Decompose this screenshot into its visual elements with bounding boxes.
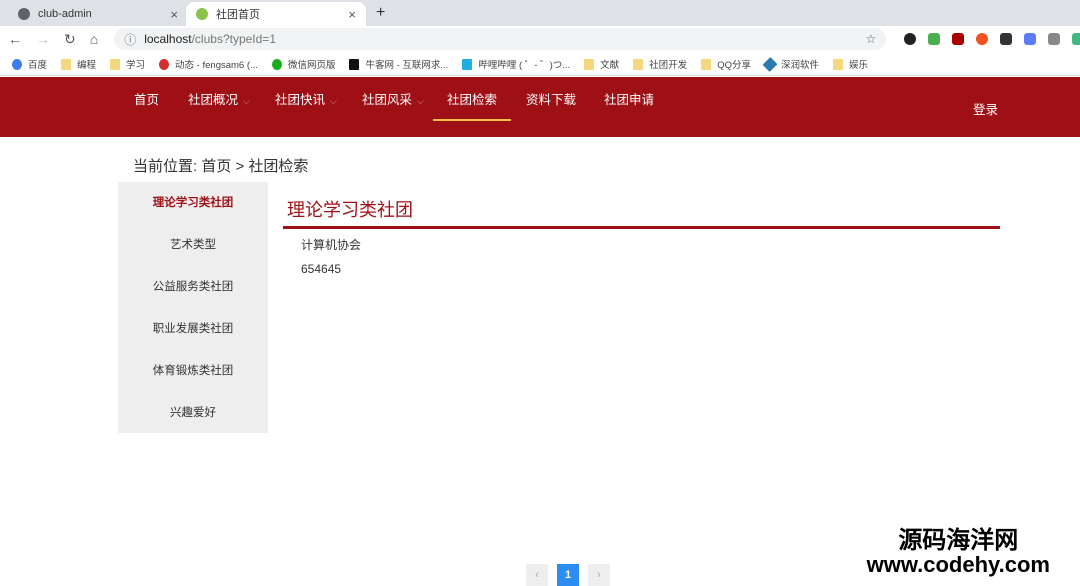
url-input[interactable]: ⓘ localhost/clubs?typeId=1 ☆ (114, 28, 887, 50)
bookmark[interactable]: 百度 (12, 57, 47, 71)
sidebar-item[interactable]: 体育锻炼类社团 (118, 350, 268, 392)
breadcrumb: 当前位置: 首页 > 社团检索 (133, 158, 309, 175)
bookmark[interactable]: 微信网页版 (271, 57, 335, 71)
club-list-item[interactable]: 654645 (301, 262, 341, 276)
prev-page-button[interactable]: ‹ (526, 564, 548, 586)
bookmark[interactable]: 社团开发 (633, 57, 687, 71)
reload-icon[interactable]: ↻ (64, 31, 76, 48)
nav-search[interactable]: 社团检索 (433, 77, 511, 121)
login-link[interactable]: 登录 (973, 99, 998, 118)
nav-downloads[interactable]: 资料下载 (526, 77, 576, 121)
extension-icon[interactable] (904, 33, 917, 45)
bookmark[interactable]: 牛客网 - 互联网求... (349, 57, 448, 71)
chevron-down-icon: ⌵ (417, 96, 424, 106)
leaf-icon (196, 8, 208, 20)
vue-icon[interactable] (1072, 33, 1080, 45)
tab-title: 社团首页 (216, 9, 260, 21)
url-host: localhost (144, 32, 192, 46)
bookmark[interactable]: 编程 (61, 57, 96, 71)
main-nav: 首页 社团概况 ⌵ 社团快讯 ⌵ 社团风采 ⌵ 社团检索 资料下载 社团申请 登录 (0, 77, 1080, 137)
club-list-item[interactable]: 计算机协会 (301, 236, 361, 253)
tab-strip: club-admin × 社团首页 × + (0, 0, 1080, 26)
sidebar-item[interactable]: 职业发展类社团 (118, 308, 268, 350)
section-title: 理论学习类社团 (287, 200, 413, 220)
tab-title: club-admin (38, 8, 92, 20)
bookmark[interactable]: 动态 - fengsam6 (... (159, 57, 258, 71)
watermark: 源码海洋网 www.codehy.com (866, 527, 1050, 578)
pagination: ‹ 1 › (526, 564, 610, 586)
close-tab-button[interactable]: × (170, 7, 178, 22)
bookmark[interactable]: QQ分享 (701, 57, 751, 71)
jh-icon[interactable] (1024, 33, 1037, 45)
info-icon: ⓘ (124, 32, 137, 47)
next-page-button[interactable]: › (588, 564, 610, 586)
nav-style[interactable]: 社团风采 ⌵ (362, 77, 424, 121)
nav-apply[interactable]: 社团申请 (604, 77, 654, 121)
bookmark[interactable]: 学习 (110, 57, 145, 71)
ublock-icon[interactable] (952, 33, 965, 45)
extension-icon[interactable] (976, 33, 989, 45)
sidebar-item[interactable]: 兴趣爱好 (118, 392, 268, 434)
nav-home[interactable]: 首页 (134, 77, 159, 121)
title-divider (283, 226, 1000, 229)
sidebar-item[interactable]: 公益服务类社团 (118, 266, 268, 308)
tab-club-home[interactable]: 社团首页 × (186, 2, 366, 26)
extension-icon[interactable] (928, 33, 941, 45)
sidebar-item[interactable]: 艺术类型 (118, 224, 268, 266)
star-icon[interactable]: ☆ (865, 32, 876, 46)
extensions (904, 33, 1080, 45)
new-tab-button[interactable]: + (376, 4, 385, 22)
globe-icon (18, 8, 30, 20)
tab-club-admin[interactable]: club-admin × (8, 2, 188, 26)
bookmark[interactable]: 娱乐 (832, 57, 868, 71)
extension-icon[interactable] (1000, 33, 1013, 45)
forward-icon[interactable]: → (36, 31, 50, 47)
nav-news[interactable]: 社团快讯 ⌵ (275, 77, 337, 121)
sidebar-item[interactable]: 理论学习类社团 (118, 182, 268, 224)
bookmark[interactable]: 深润软件 (762, 57, 819, 73)
category-sidebar: 理论学习类社团 艺术类型 公益服务类社团 职业发展类社团 体育锻炼类社团 兴趣爱… (118, 182, 268, 433)
nav-overview[interactable]: 社团概况 ⌵ (188, 77, 250, 121)
close-tab-button[interactable]: × (348, 7, 356, 22)
chevron-down-icon: ⌵ (243, 96, 250, 106)
page-button[interactable]: 1 (557, 564, 579, 586)
chevron-down-icon: ⌵ (330, 96, 337, 106)
home-icon[interactable]: ⌂ (90, 31, 98, 47)
url-path: /clubs?typeId=1 (191, 32, 276, 46)
back-icon[interactable]: ← (8, 31, 22, 47)
bookmark[interactable]: 文献 (584, 57, 619, 71)
address-bar-row: ← → ↻ ⌂ ⓘ localhost/clubs?typeId=1 ☆ (0, 26, 1080, 52)
bookmarks-bar: 百度 编程 学习 动态 - fengsam6 (... 微信网页版 牛客网 - … (0, 52, 1080, 76)
bookmark[interactable]: 哔哩哔哩 ( ゜- ゜)つ... (462, 57, 570, 71)
extension-icon[interactable] (1048, 33, 1061, 45)
